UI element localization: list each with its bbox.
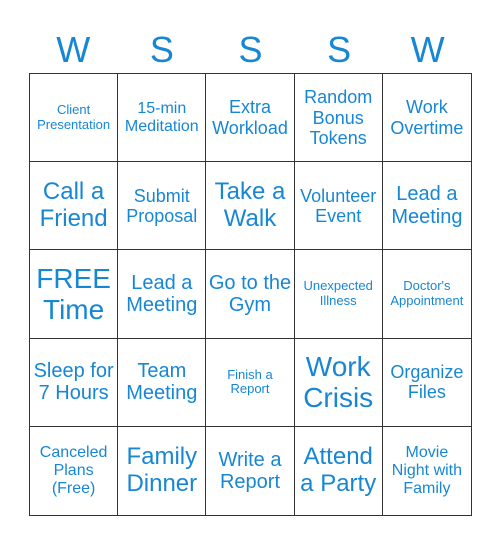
bingo-cell-label: Submit Proposal [126,185,198,226]
bingo-cell[interactable]: Finish a Report [206,338,295,427]
bingo-cell-label: Attend a Party [300,443,377,497]
bingo-cell-label: Write a Report [218,448,282,493]
bingo-cell[interactable]: Movie Night with Family [383,427,471,515]
header-letter: W [56,29,91,70]
bingo-cell[interactable]: Submit Proposal [118,162,207,251]
bingo-cell[interactable]: Lead a Meeting [118,250,207,339]
bingo-header: W S S S W [29,28,472,72]
bingo-cell-label: Doctor's Appointment [390,278,464,308]
bingo-cell[interactable]: Lead a Meeting [382,162,471,251]
header-letter: S [327,29,352,70]
header-letter: S [238,29,263,70]
bingo-cell-label: Call a Friend [39,177,108,232]
bingo-cell[interactable]: Family Dinner [118,426,207,515]
bingo-cell[interactable]: Write a Report [206,426,295,515]
bingo-cell[interactable]: Canceled Plans (Free) [30,426,119,515]
bingo-cell-label: Lead a Meeting [126,271,198,316]
bingo-cell[interactable]: Call a Friend [30,162,119,251]
bingo-cell-label: Unexpected Illness [303,278,373,308]
bingo-cell[interactable]: Doctor's Appointment [382,250,471,339]
bingo-cell-label: FREE Time [36,262,111,325]
bingo-cell[interactable]: Attend a Party [295,426,383,515]
bingo-cell-label: Team Meeting [126,359,198,405]
bingo-cell[interactable]: Sleep for 7 Hours [30,338,119,427]
bingo-cell[interactable]: Take a Walk [206,162,295,251]
bingo-cell[interactable]: Team Meeting [118,338,207,427]
bingo-cell-label: Volunteer Event [300,185,377,226]
bingo-cell-label: Extra Workload [212,97,288,138]
bingo-cell-label: Client Presentation [37,102,111,132]
bingo-cell-label: Finish a Report [227,366,273,397]
bingo-cell-label: Go to the Gym [208,271,292,316]
header-letter: W [410,29,445,70]
bingo-grid: Client Presentation 15-min Meditation Extr… [29,73,472,516]
bingo-cell-label: Work Crisis [303,350,374,414]
bingo-cell[interactable]: Organize Files [382,339,471,427]
bingo-cell-label: Family Dinner [126,443,198,497]
bingo-cell-label: Lead a Meeting [391,183,463,228]
bingo-cell-label: Canceled Plans (Free) [39,444,108,497]
header-letter: S [149,29,174,70]
bingo-cell-label: Take a Walk [214,177,286,232]
bingo-cell-label: Movie Night with Family [391,444,463,497]
bingo-cell[interactable]: 15-min Meditation [118,74,207,163]
bingo-cell[interactable]: Extra Workload [206,74,295,163]
bingo-cell[interactable]: Client Presentation [30,74,119,163]
bingo-cell-label: 15-min Meditation [124,99,199,135]
bingo-cell-label: Organize Files [390,362,464,403]
bingo-cell[interactable]: FREE Time [30,250,119,339]
bingo-cell[interactable]: Work Overtime [382,74,471,163]
bingo-cell[interactable]: Go to the Gym [206,250,295,339]
bingo-cell[interactable]: Volunteer Event [294,162,383,251]
bingo-cell[interactable]: Random Bonus Tokens [294,74,383,163]
bingo-cell[interactable]: Work Crisis [294,338,383,427]
bingo-cell-label: Random Bonus Tokens [304,87,373,148]
bingo-cell[interactable]: Unexpected Illness [294,250,383,339]
bingo-cell-label: Work Overtime [390,97,464,138]
bingo-cell-label: Sleep for 7 Hours [33,359,114,405]
